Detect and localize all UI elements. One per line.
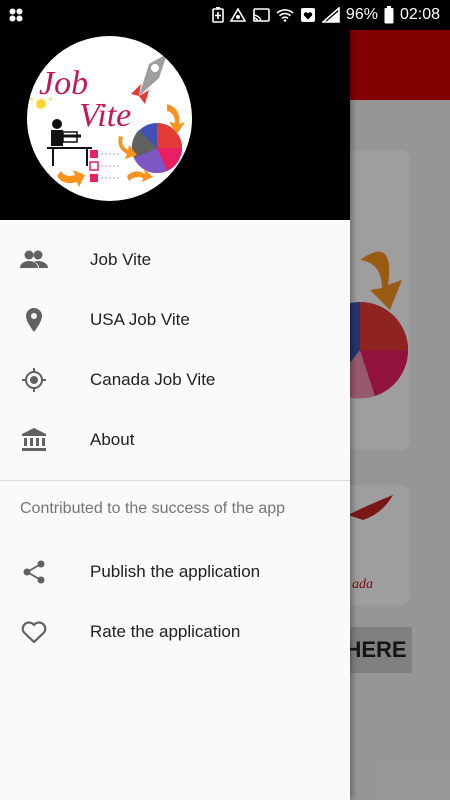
job-vite-logo: Job Vite <box>27 36 192 201</box>
battery-saver-icon <box>212 7 224 23</box>
menu-item-label: Canada Job Vite <box>90 370 216 389</box>
menu-item-label: Rate the application <box>90 622 241 641</box>
menu-item-job-vite[interactable]: Job Vite <box>0 230 350 290</box>
status-bar: 96% 02:08 <box>0 0 450 30</box>
menu-item-label: USA Job Vite <box>90 310 190 329</box>
section-title: Contributed to the success of the app <box>20 500 286 517</box>
menu-item-rate-application[interactable]: Rate the application <box>0 602 350 662</box>
wifi-icon <box>276 8 294 22</box>
clock-time: 02:08 <box>399 6 440 23</box>
vpn-icon <box>229 8 246 22</box>
menu-item-publish-application[interactable]: Publish the application <box>0 542 350 602</box>
svg-text:Vite: Vite <box>79 97 131 134</box>
bank-building-icon <box>20 428 48 452</box>
menu-item-usa-job-vite[interactable]: USA Job Vite <box>0 290 350 350</box>
menu-item-label: Job Vite <box>90 250 152 269</box>
drawer-header: Job Vite <box>0 30 350 220</box>
app-grid-icon <box>9 8 23 27</box>
menu-item-canada-job-vite[interactable]: Canada Job Vite <box>0 350 350 410</box>
navigation-drawer: Job Vite Job Vite USA Job Vite Canada Jo… <box>0 30 350 800</box>
battery-percentage: 96% <box>345 6 378 23</box>
cast-icon <box>252 8 270 22</box>
menu-divider <box>0 480 350 481</box>
people-icon <box>20 248 48 272</box>
rocket-icon <box>131 54 167 104</box>
menu-item-label: About <box>90 430 135 449</box>
menu-item-label: Publish the application <box>90 562 261 581</box>
location-pin-icon <box>20 308 48 332</box>
share-icon <box>20 560 48 584</box>
signal-icon <box>321 7 340 23</box>
heart-notification-icon <box>300 7 316 23</box>
menu-item-about[interactable]: About <box>0 410 350 470</box>
heart-outline-icon <box>20 620 48 644</box>
battery-icon <box>384 6 394 24</box>
gps-target-icon <box>20 368 48 392</box>
